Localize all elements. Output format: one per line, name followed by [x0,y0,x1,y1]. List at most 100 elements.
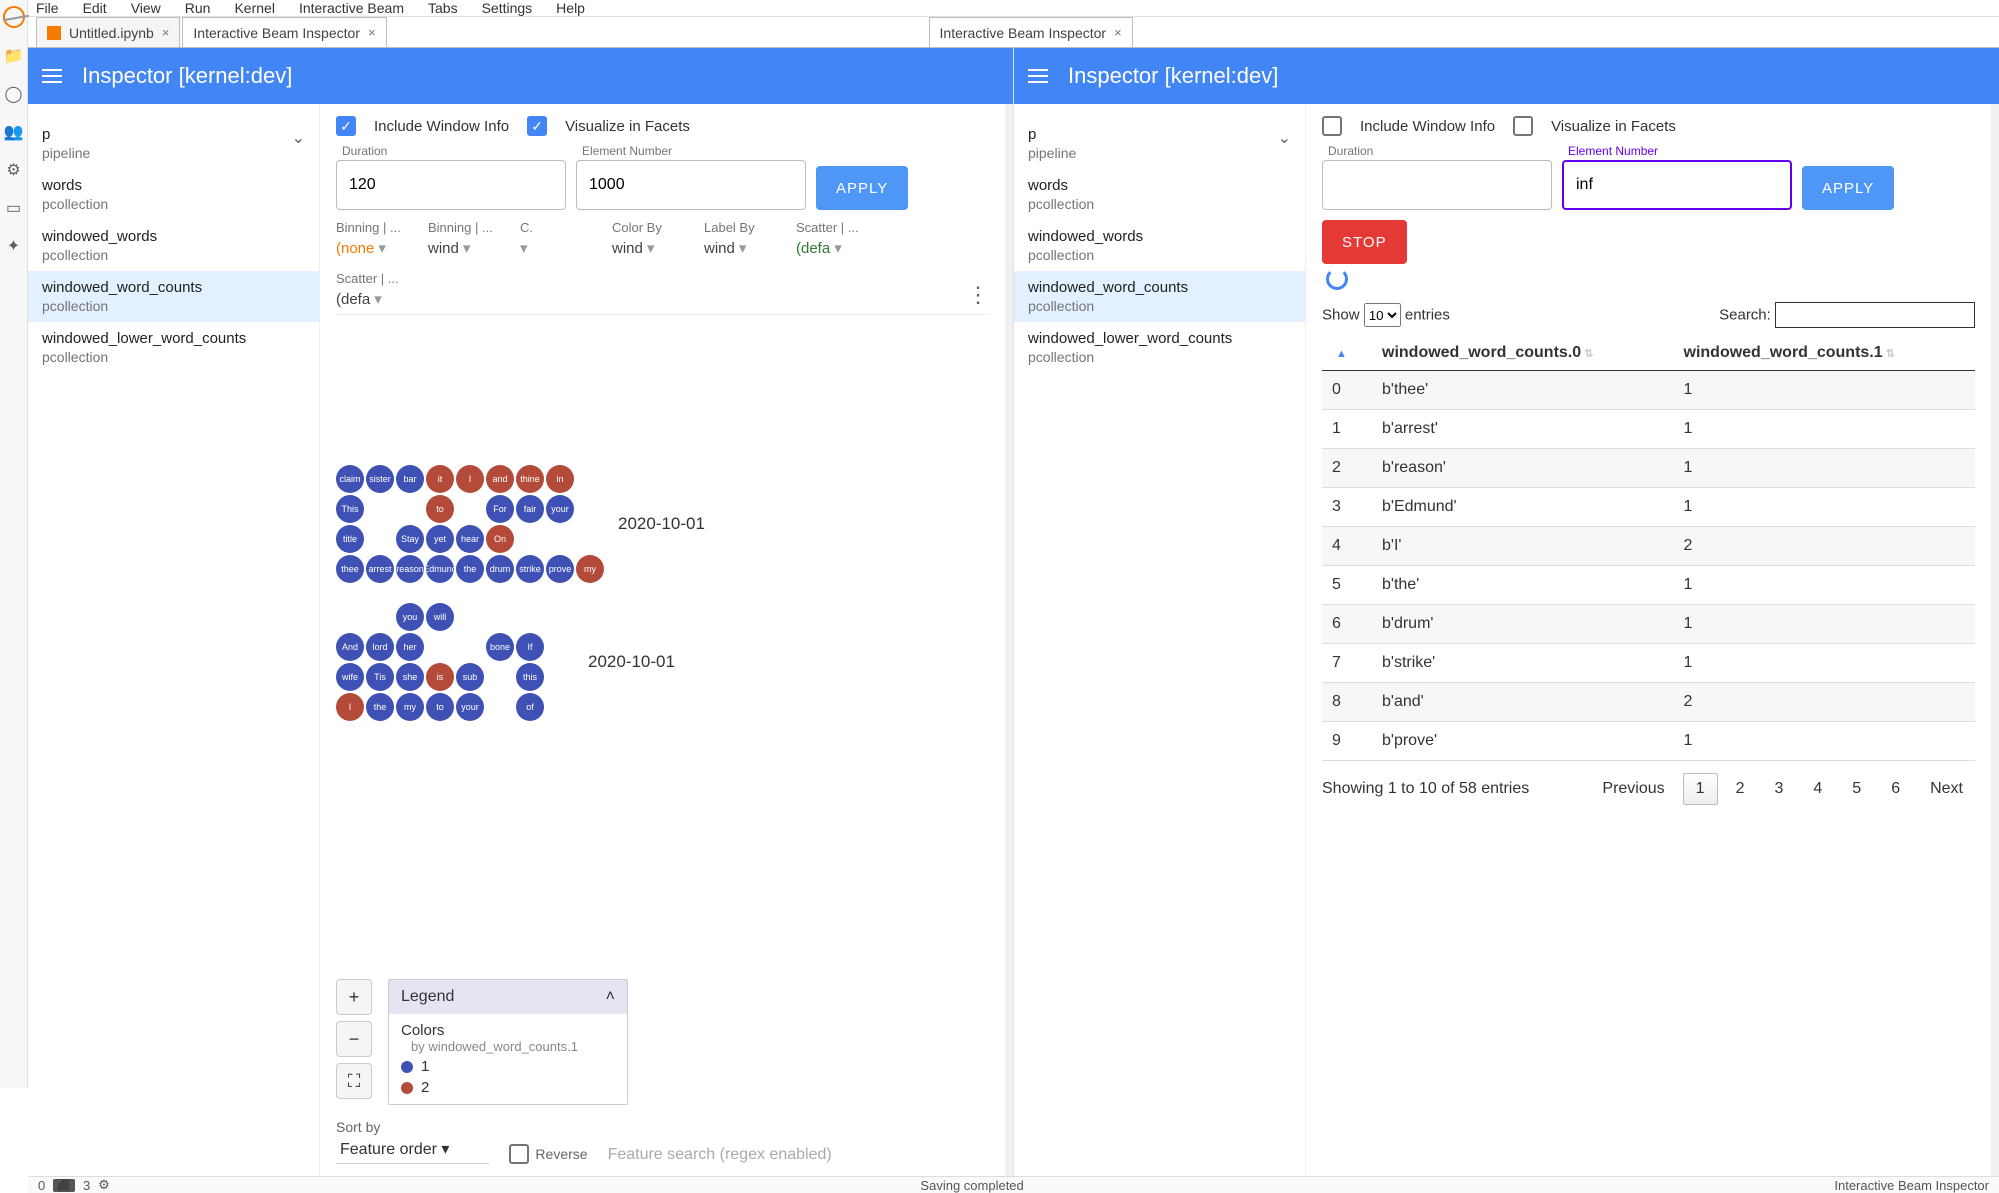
sidebar-item-windowed_words[interactable]: windowed_wordspcollection [28,220,319,271]
page-button[interactable]: 5 [1840,774,1873,804]
bubble[interactable]: this [516,663,544,691]
bubble[interactable]: thee [336,555,364,583]
facets-control[interactable]: Binning | ...wind ▾ [428,220,506,257]
sidebar-item-windowed_lower_word_counts[interactable]: windowed_lower_word_countspcollection [28,322,319,373]
bubble[interactable]: the [366,693,394,721]
page-button[interactable]: 4 [1801,774,1834,804]
sort-select[interactable]: Feature order ▾ [336,1135,489,1164]
bubble[interactable]: Edmund [426,555,454,583]
settings-icon[interactable]: ⚙ [6,160,20,180]
menu-settings[interactable]: Settings [482,0,533,16]
facets-control[interactable]: Label Bywind ▾ [704,220,782,257]
zoom-out-button[interactable]: − [336,1021,372,1057]
bubble[interactable]: On [486,525,514,553]
menu-file[interactable]: File [36,0,59,16]
include-window-checkbox[interactable]: ✓ [336,116,356,136]
bubble[interactable]: your [456,693,484,721]
bubble[interactable]: fair [516,495,544,523]
bubble[interactable]: to [426,693,454,721]
menu-icon[interactable] [1028,69,1048,83]
bubble[interactable]: If [516,633,544,661]
tab[interactable]: Untitled.ipynb× [36,17,180,47]
bubble[interactable]: my [576,555,604,583]
entries-select[interactable]: 10 [1364,303,1401,327]
sidebar-item-words[interactable]: wordspcollection [1014,169,1305,220]
bubble[interactable]: I [456,465,484,493]
bubble[interactable]: her [396,633,424,661]
menu-view[interactable]: View [131,0,161,16]
facets-control[interactable]: C. ▾ [520,220,598,257]
bubble[interactable]: bar [396,465,424,493]
bubble[interactable]: bone [486,633,514,661]
bubble[interactable]: will [426,603,454,631]
bubble[interactable]: your [546,495,574,523]
zoom-in-button[interactable]: + [336,979,372,1015]
table-header[interactable]: ▲ [1322,336,1372,371]
page-button[interactable]: 3 [1762,774,1795,804]
bubble[interactable]: it [426,465,454,493]
menu-interactive-beam[interactable]: Interactive Beam [299,0,404,16]
stop-button[interactable]: STOP [1322,220,1407,264]
legend-header[interactable]: Legend ˄ [389,980,627,1014]
bubble[interactable]: sub [456,663,484,691]
bubble[interactable]: This [336,495,364,523]
bubble[interactable]: arrest [366,555,394,583]
page-button[interactable]: 2 [1724,774,1757,804]
menu-icon[interactable] [42,69,62,83]
bubble[interactable]: Stay [396,525,424,553]
bubble[interactable]: wife [336,663,364,691]
bubble[interactable]: yet [426,525,454,553]
apply-button[interactable]: APPLY [816,166,908,210]
prev-button[interactable]: Previous [1590,774,1676,804]
bubble[interactable]: in [546,465,574,493]
duration-input[interactable] [336,160,566,210]
page-button[interactable]: 1 [1683,773,1718,805]
facets-control[interactable]: Scatter | ...(defa ▾ [336,271,414,308]
bubble[interactable]: lord [366,633,394,661]
bubble[interactable]: reason [396,555,424,583]
table-header[interactable]: windowed_word_counts.0 ⇅ [1372,336,1674,371]
bubble[interactable]: And [336,633,364,661]
facets-control[interactable]: Binning | ...(none ▾ [336,220,414,257]
sidebar-item-windowed_word_counts[interactable]: windowed_word_countspcollection [28,271,319,322]
tab[interactable]: Interactive Beam Inspector× [182,17,386,47]
bubble[interactable]: of [516,693,544,721]
bubble[interactable]: I [336,693,364,721]
menu-kernel[interactable]: Kernel [234,0,274,16]
bubble[interactable]: For [486,495,514,523]
tab[interactable]: Interactive Beam Inspector× [929,17,1133,47]
scrollbar[interactable] [1005,104,1013,1176]
reverse-checkbox[interactable]: ✓ [509,1144,529,1164]
bubble[interactable]: prove [546,555,574,583]
running-icon[interactable]: ◯ [5,84,23,104]
feature-search-input[interactable]: Feature search (regex enabled) [608,1146,832,1164]
window-icon[interactable]: ▭ [6,198,21,218]
sidebar-item-p[interactable]: ppipeline⌄ [1014,118,1305,169]
bubble[interactable]: title [336,525,364,553]
apply-button[interactable]: APPLY [1802,166,1894,210]
people-icon[interactable]: 👥 [4,122,24,142]
menu-edit[interactable]: Edit [83,0,107,16]
bubble[interactable]: to [426,495,454,523]
folder-icon[interactable]: 📁 [4,46,24,66]
bubble[interactable]: strike [516,555,544,583]
status-chip-terminal[interactable]: ⬛ [53,1179,75,1192]
close-icon[interactable]: × [162,25,170,40]
search-input[interactable] [1775,302,1975,328]
include-window-checkbox[interactable]: ✓ [1322,116,1342,136]
close-icon[interactable]: × [1114,25,1122,40]
bubble[interactable]: thine [516,465,544,493]
bubble[interactable]: you [396,603,424,631]
visualize-facets-checkbox[interactable]: ✓ [1513,116,1533,136]
page-button[interactable]: 6 [1879,774,1912,804]
bubble[interactable]: and [486,465,514,493]
bubble[interactable]: the [456,555,484,583]
element-input[interactable] [576,160,806,210]
bubble[interactable]: is [426,663,454,691]
table-header[interactable]: windowed_word_counts.1 ⇅ [1674,336,1976,371]
more-icon[interactable]: ⋮ [967,282,989,308]
sidebar-item-windowed_words[interactable]: windowed_wordspcollection [1014,220,1305,271]
facets-control[interactable]: Scatter | ...(defa ▾ [796,220,874,257]
gear-icon[interactable]: ⚙ [98,1177,110,1193]
close-icon[interactable]: × [368,25,376,40]
